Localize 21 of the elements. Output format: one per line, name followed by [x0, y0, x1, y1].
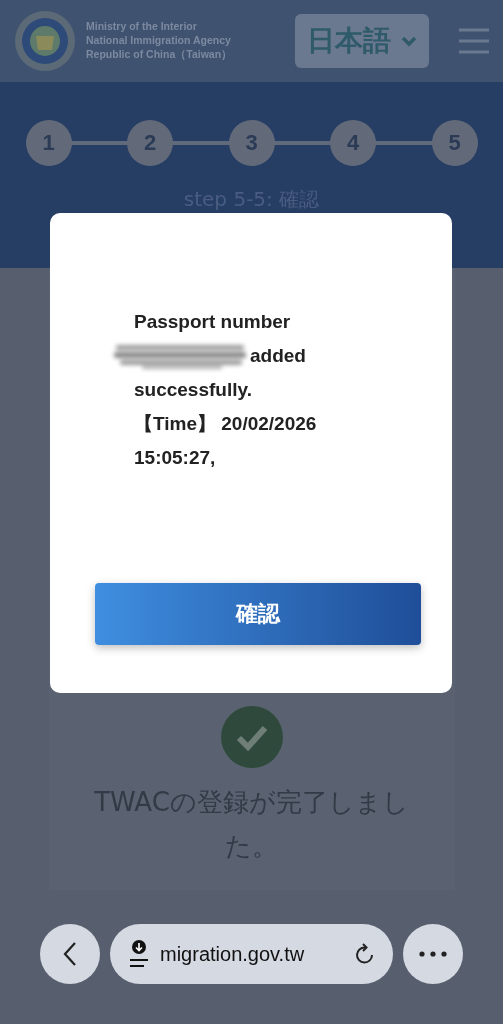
back-button[interactable]	[40, 924, 100, 984]
dialog-message: successfully.	[134, 379, 252, 401]
confirm-button[interactable]: 確認	[95, 583, 421, 645]
dialog-message: 15:05:27,	[134, 447, 216, 469]
dialog-message: 【Time】 20/02/2026	[134, 412, 317, 436]
url-text: migration.gov.tw	[160, 942, 306, 966]
download-icon	[128, 939, 150, 969]
agency-name: National Immigration Agency	[86, 34, 232, 46]
more-icon	[418, 951, 448, 957]
more-button[interactable]	[403, 924, 463, 984]
dialog-message: Passport number	[134, 311, 291, 333]
address-bar[interactable]: migration.gov.tw	[110, 924, 393, 984]
agency-emblem-icon	[14, 10, 76, 72]
agency-name: Republic of China（Taiwan）	[86, 48, 234, 62]
step-circle: 3	[228, 120, 275, 166]
chevron-down-icon	[401, 35, 417, 47]
agency-name: Ministry of the Interior	[86, 20, 198, 32]
dialog-message: added	[250, 345, 306, 367]
check-circle-icon	[220, 706, 283, 768]
step-circle: 5	[431, 120, 478, 166]
chevron-left-icon	[62, 941, 78, 967]
